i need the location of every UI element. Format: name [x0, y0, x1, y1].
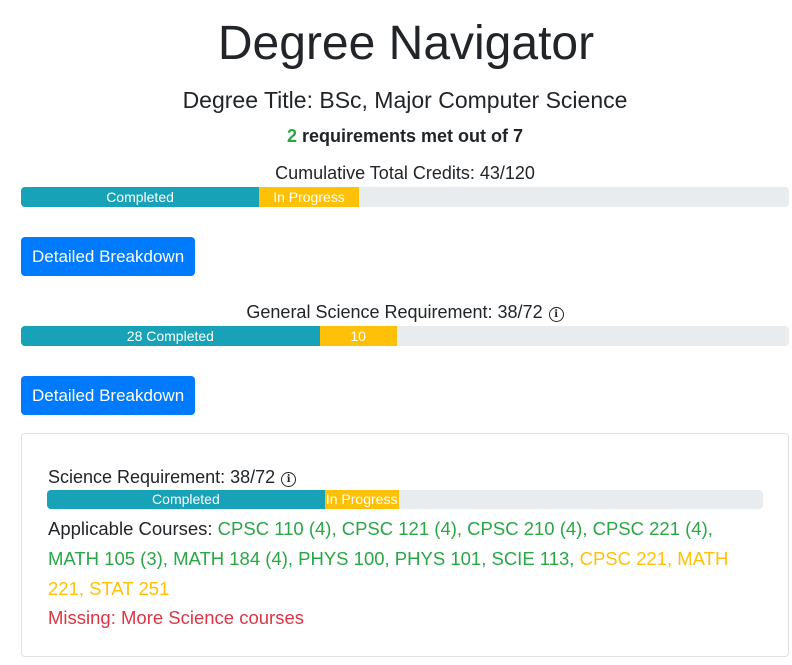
science-in-progress-segment: In Progress [324, 490, 399, 509]
requirements-met-summary: 2 requirements met out of 7 [0, 125, 792, 147]
cumulative-completed-segment: Completed [21, 187, 260, 207]
applicable-courses: Applicable Courses: CPSC 110 (4), CPSC 1… [48, 514, 748, 604]
general-science-completed-segment: 28 Completed [21, 326, 320, 346]
general-science-label-row: General Science Requirement: 38/72 i [0, 301, 792, 323]
requirements-met-text: requirements met out of 7 [296, 126, 524, 146]
science-completed-segment: Completed [47, 490, 325, 509]
cumulative-credits-label: Cumulative Total Credits: 43/120 [275, 163, 535, 183]
page-title: Degree Navigator [217, 17, 595, 70]
general-science-in-progress-segment: 10 [319, 326, 397, 346]
general-science-progress-bar: 28 Completed 10 [21, 326, 789, 346]
science-requirement-label: Science Requirement: 38/72 [48, 467, 276, 487]
requirements-met-count: 2 [286, 126, 297, 146]
info-circle-icon[interactable]: i [548, 307, 564, 322]
science-progress-bar: Completed In Progress [47, 490, 763, 509]
missing-requirements: Missing: More Science courses [48, 607, 305, 628]
science-requirement-label-row: Science Requirement: 38/72 i [48, 466, 297, 488]
degree-navigator-page: Degree Navigator Degree Title: BSc, Majo… [0, 0, 792, 665]
info-circle-icon[interactable]: i [281, 472, 297, 487]
cumulative-progress-bar: Completed In Progress [21, 187, 789, 207]
detailed-breakdown-button-cumulative[interactable]: Detailed Breakdown [21, 237, 196, 276]
cumulative-in-progress-segment: In Progress [259, 187, 359, 207]
applicable-courses-label: Applicable Courses: [48, 518, 218, 539]
detailed-breakdown-button-general-science[interactable]: Detailed Breakdown [21, 376, 196, 415]
general-science-label: General Science Requirement: 38/72 [246, 302, 543, 322]
degree-title: Degree Title: BSc, Major Computer Scienc… [182, 87, 628, 113]
science-requirement-card: Science Requirement: 38/72 i Completed In… [21, 433, 789, 657]
